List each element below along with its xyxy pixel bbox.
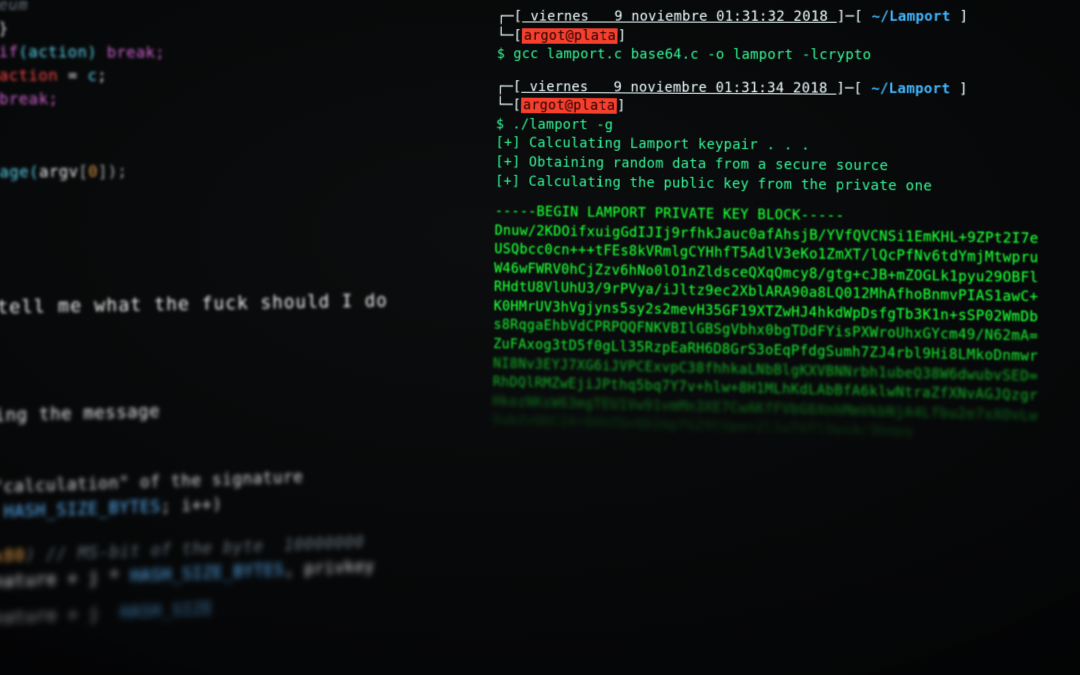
code-line: } <box>0 16 449 43</box>
prompt-line-2: └─[argot@plata] <box>497 27 1080 47</box>
command-line[interactable]: $ gcc lamport.c base64.c -o lamport -lcr… <box>497 46 1080 67</box>
code-line: break; <box>0 87 450 111</box>
code-line: action = c; <box>0 64 450 89</box>
screen: ureum } if(action) break; action = c; br… <box>0 0 1080 675</box>
code-line: if(action) break; <box>0 40 450 66</box>
terminal-pane[interactable]: ┌─[ viernes 9 noviembre 01:31:32 2018 ]─… <box>492 8 1080 448</box>
code-line: ult: <box>0 136 451 161</box>
prompt-line-1: ┌─[ viernes 9 noviembre 01:31:32 2018 ]─… <box>497 8 1080 28</box>
code-line: usage(argv[0]); <box>0 159 452 185</box>
private-key-block: -----BEGIN LAMPORT PRIVATE KEY BLOCK----… <box>492 203 1080 448</box>
code-editor-pane: ureum } if(action) break; action = c; br… <box>0 0 459 633</box>
